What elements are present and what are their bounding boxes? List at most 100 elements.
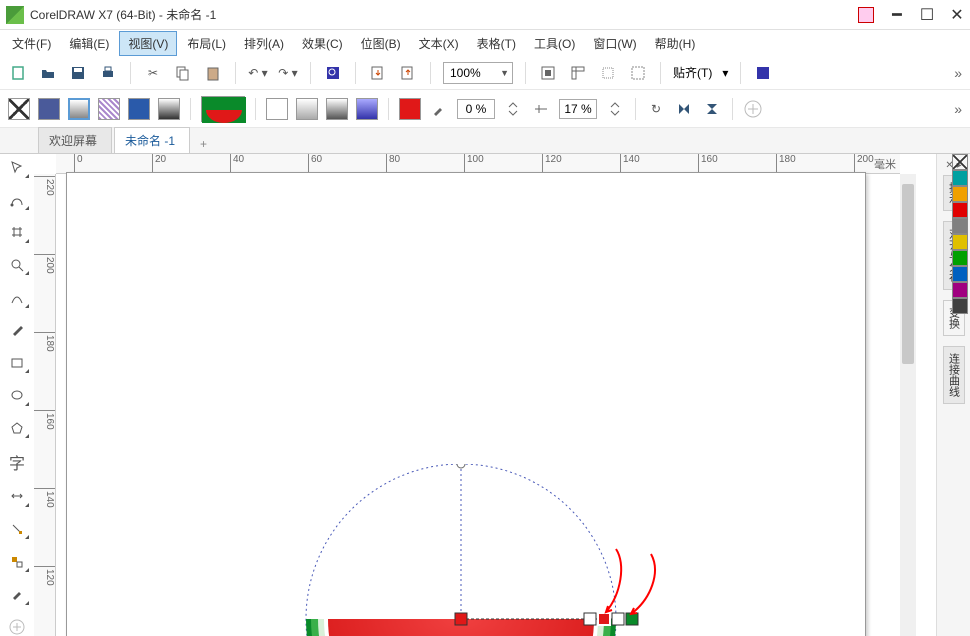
menu-table[interactable]: 表格(T) (469, 32, 524, 55)
user-icon[interactable] (858, 7, 874, 23)
ruler-unit-label: 毫米 (874, 156, 896, 172)
ruler-tick: 200 (854, 154, 874, 173)
tab-welcome[interactable]: 欢迎屏幕 (38, 127, 112, 153)
shape-tool-icon[interactable] (6, 191, 28, 210)
palette-swatch[interactable] (952, 154, 968, 170)
ruler-tick: 180 (34, 332, 55, 352)
swatch-gradient[interactable] (68, 98, 90, 120)
chevron-down-icon: ▼ (500, 68, 509, 78)
menu-window[interactable]: 窗口(W) (585, 32, 644, 55)
menu-bitmap[interactable]: 位图(B) (353, 32, 409, 55)
menu-edit[interactable]: 编辑(E) (61, 32, 117, 55)
artistic-media-icon[interactable] (6, 321, 28, 340)
paste-icon[interactable] (203, 63, 223, 83)
menu-tools[interactable]: 工具(O) (526, 32, 583, 55)
add-icon[interactable] (743, 99, 763, 119)
scroll-thumb[interactable] (902, 184, 914, 364)
palette-swatch[interactable] (952, 186, 968, 202)
rotate-icon[interactable]: ↻ (646, 99, 666, 119)
freehand-tool-icon[interactable] (6, 288, 28, 307)
transparency-input-2[interactable] (559, 99, 597, 119)
node-color-3[interactable] (326, 98, 348, 120)
search-icon[interactable] (323, 63, 343, 83)
tab-add-button[interactable]: + (192, 135, 215, 153)
palette-swatch[interactable] (952, 218, 968, 234)
stepper-icon-2[interactable] (605, 99, 625, 119)
guides-icon[interactable] (628, 63, 648, 83)
palette-swatch[interactable] (952, 170, 968, 186)
new-icon[interactable] (8, 63, 28, 83)
zoom-select[interactable]: ▼ (443, 62, 513, 84)
export-icon[interactable] (398, 63, 418, 83)
toolbox-add-icon[interactable] (6, 618, 28, 636)
swatch-texture[interactable] (128, 98, 150, 120)
zoom-tool-icon[interactable] (6, 256, 28, 275)
no-fill-icon[interactable] (8, 98, 30, 120)
palette-swatch[interactable] (952, 202, 968, 218)
node-color-2[interactable] (296, 98, 318, 120)
rulers-icon[interactable] (568, 63, 588, 83)
crop-tool-icon[interactable] (6, 223, 28, 242)
rectangle-tool-icon[interactable] (6, 353, 28, 372)
redo-icon[interactable]: ↷ ▾ (278, 63, 298, 83)
stepper-icon[interactable] (503, 99, 523, 119)
current-fill-preview[interactable] (201, 96, 245, 122)
grid-icon[interactable] (598, 63, 618, 83)
transparency-input-1[interactable] (457, 99, 495, 119)
scrollbar-vertical[interactable] (900, 174, 916, 636)
fill-color-swatch[interactable] (399, 98, 421, 120)
text-tool-icon[interactable]: 字 (6, 451, 28, 473)
menu-effects[interactable]: 效果(C) (294, 32, 351, 55)
eyedropper-icon[interactable] (429, 99, 449, 119)
options-icon[interactable] (753, 63, 773, 83)
menu-file[interactable]: 文件(F) (4, 32, 59, 55)
palette-swatch[interactable] (952, 282, 968, 298)
mirror-v-icon[interactable] (702, 99, 722, 119)
ruler-vertical[interactable]: 220 200 180 160 140 120 (34, 174, 56, 636)
palette-swatch[interactable] (952, 298, 968, 314)
save-icon[interactable] (68, 63, 88, 83)
open-icon[interactable] (38, 63, 58, 83)
import-icon[interactable] (368, 63, 388, 83)
node-color-1[interactable] (266, 98, 288, 120)
node-color-4[interactable] (356, 98, 378, 120)
menu-view[interactable]: 视图(V) (119, 31, 177, 56)
ellipse-tool-icon[interactable] (6, 386, 28, 405)
print-icon[interactable] (98, 63, 118, 83)
connector-tool-icon[interactable] (6, 520, 28, 539)
minimize-button[interactable]: ━ (890, 8, 904, 22)
menu-help[interactable]: 帮助(H) (647, 32, 704, 55)
swatch-pattern[interactable] (98, 98, 120, 120)
menu-layout[interactable]: 布局(L) (179, 32, 234, 55)
eyedropper-tool-icon[interactable] (6, 585, 28, 604)
polygon-tool-icon[interactable] (6, 419, 28, 438)
docker-connect[interactable]: 连接曲线 (943, 346, 965, 404)
close-button[interactable]: ✕ (950, 8, 964, 22)
propbar-overflow-icon[interactable]: » (954, 101, 962, 117)
document-tabs: 欢迎屏幕 未命名 -1 + (0, 128, 970, 154)
dimension-tool-icon[interactable] (6, 487, 28, 506)
ruler-horizontal[interactable]: 0 20 40 60 80 100 120 140 160 180 200 (56, 154, 900, 174)
menu-arrange[interactable]: 排列(A) (236, 32, 292, 55)
snap-label[interactable]: 贴齐(T) (673, 64, 712, 81)
canvas[interactable] (56, 174, 900, 636)
undo-icon[interactable]: ↶ ▾ (248, 63, 268, 83)
copy-icon[interactable] (173, 63, 193, 83)
slider-icon[interactable] (531, 99, 551, 119)
maximize-button[interactable]: ☐ (920, 8, 934, 22)
mirror-h-icon[interactable] (674, 99, 694, 119)
artwork-watermelon[interactable] (266, 464, 686, 636)
fullscreen-icon[interactable] (538, 63, 558, 83)
pick-tool-icon[interactable] (6, 158, 28, 177)
swatch-postscript[interactable] (158, 98, 180, 120)
palette-swatch[interactable] (952, 234, 968, 250)
menu-text[interactable]: 文本(X) (411, 32, 467, 55)
palette-swatch[interactable] (952, 250, 968, 266)
tab-document[interactable]: 未命名 -1 (114, 127, 190, 153)
palette-swatch[interactable] (952, 266, 968, 282)
cut-icon[interactable]: ✂ (143, 63, 163, 83)
canvas-area: 0 20 40 60 80 100 120 140 160 180 200 毫米… (34, 154, 936, 636)
toolbar-overflow-icon[interactable]: » (954, 65, 962, 81)
interactive-tool-icon[interactable] (6, 552, 28, 571)
swatch-blue[interactable] (38, 98, 60, 120)
